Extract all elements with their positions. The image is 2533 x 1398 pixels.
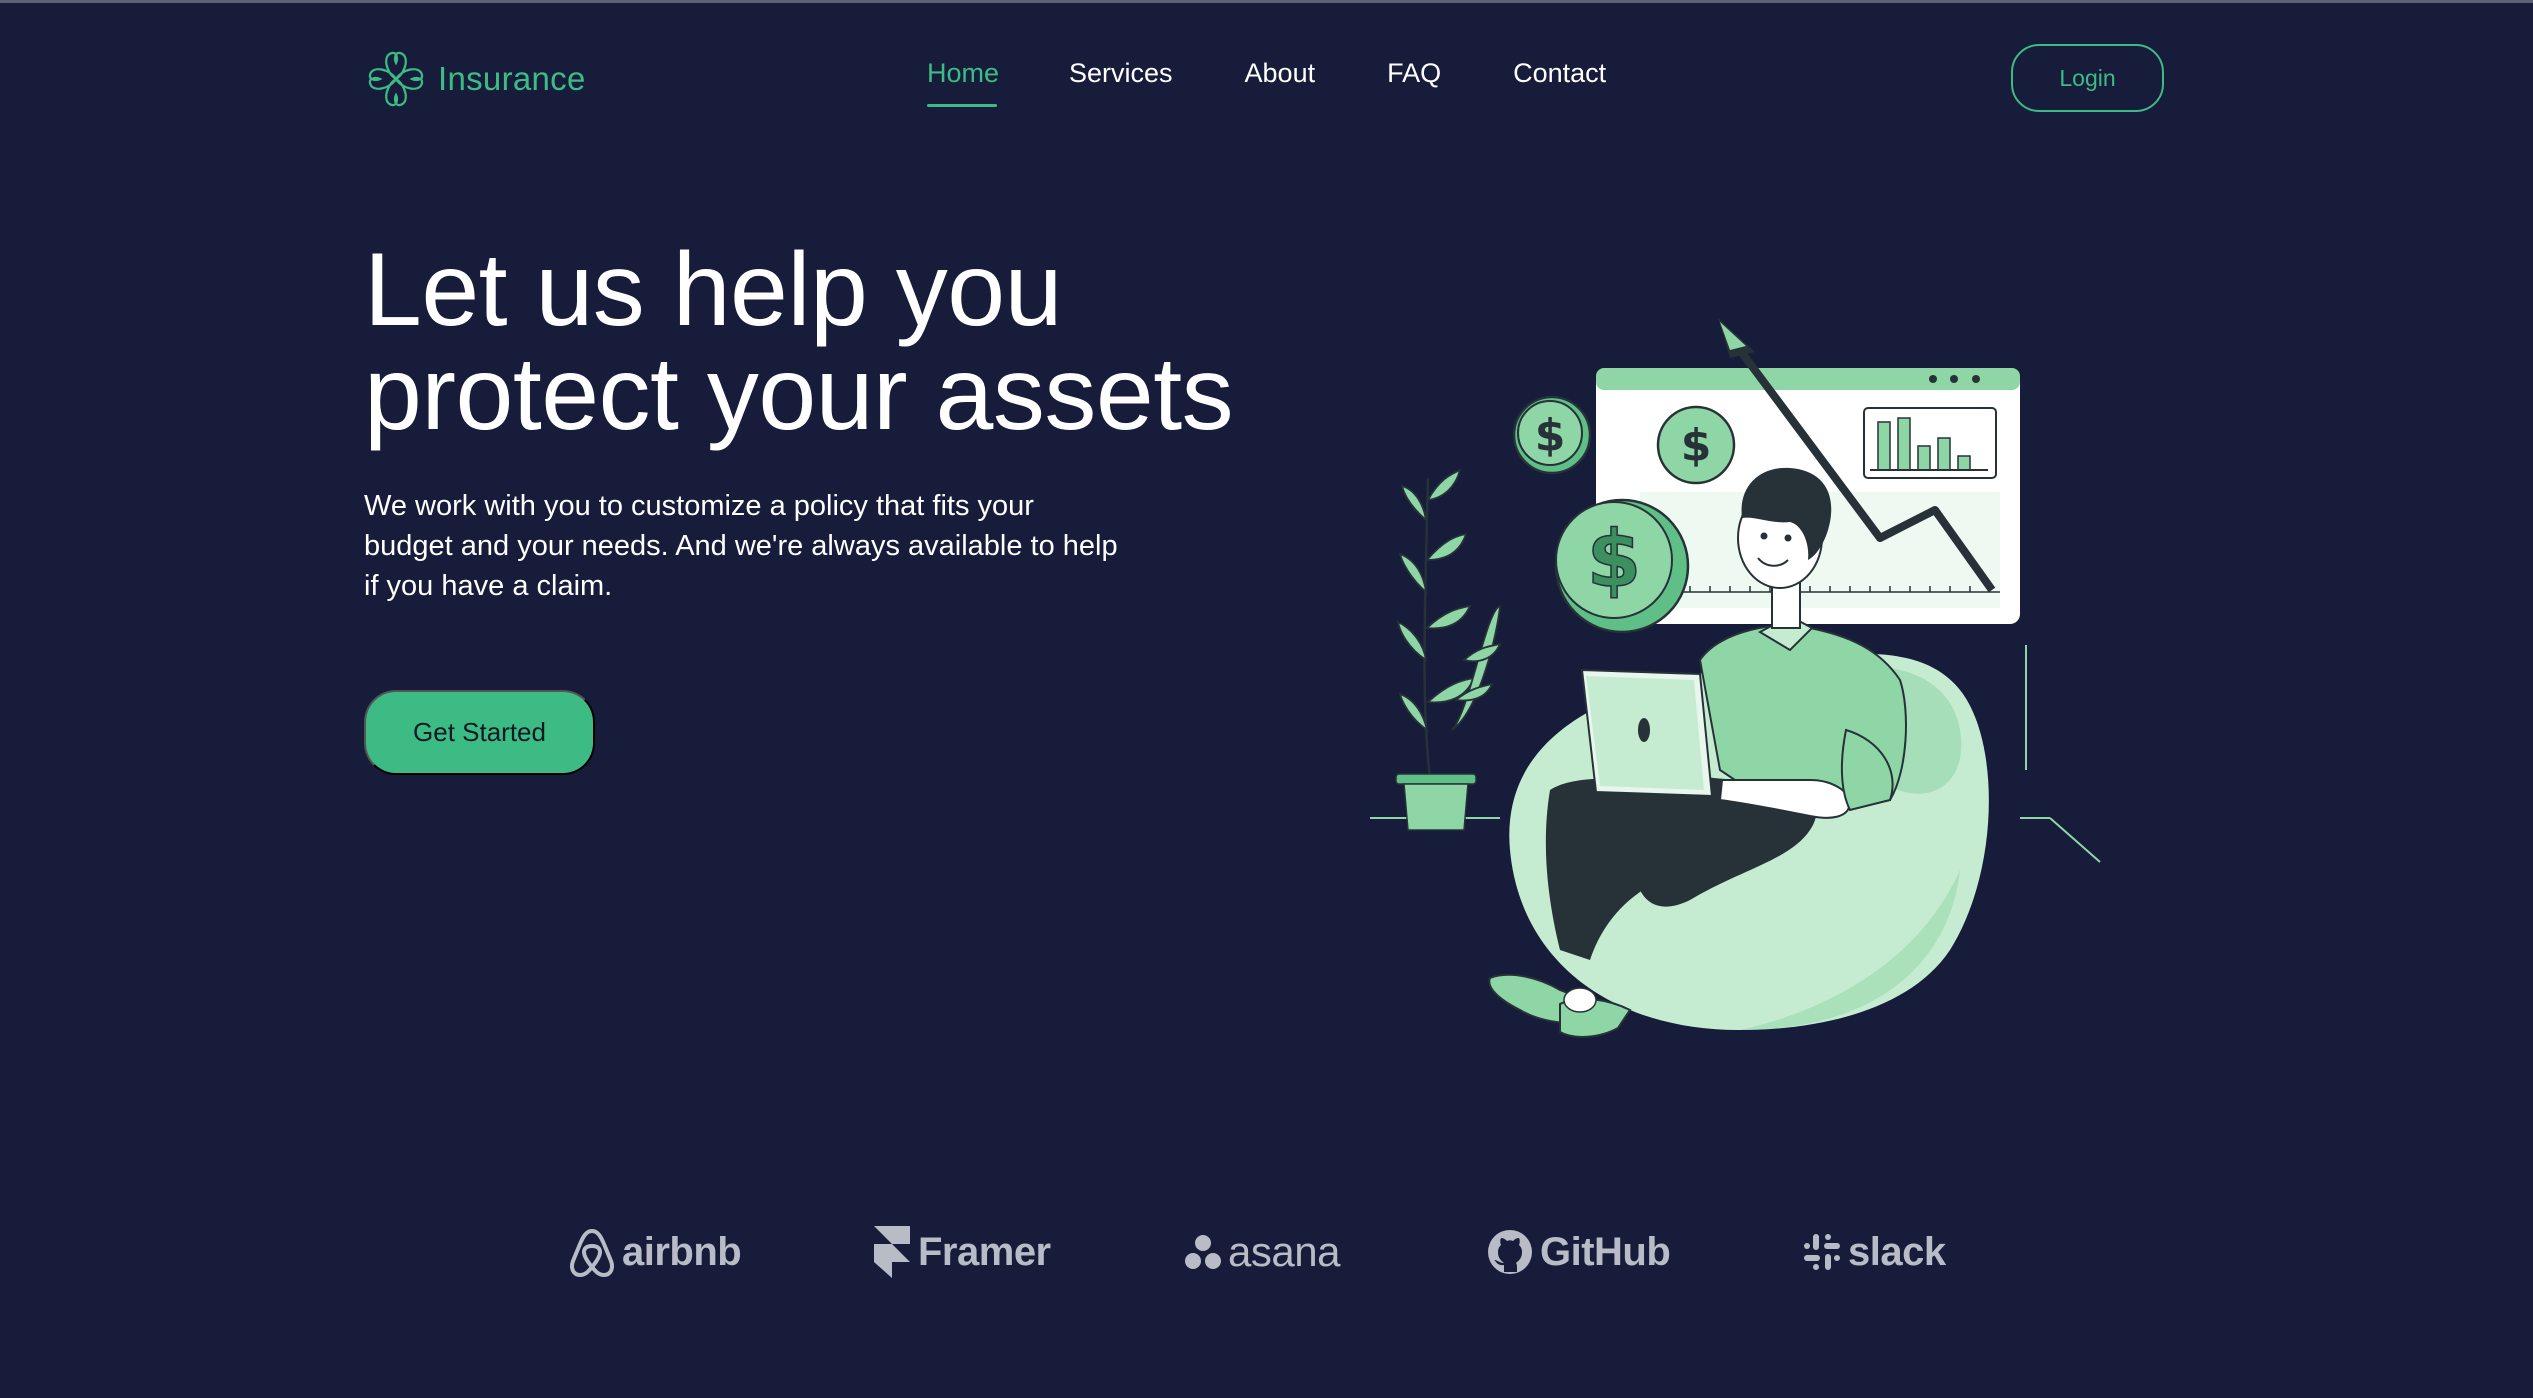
logo-airbnb: airbnb — [568, 1222, 742, 1282]
logo-slack-name: slack — [1848, 1229, 1946, 1274]
main-nav: Home Services About FAQ Contact — [927, 58, 1606, 108]
logo-framer: Framer — [872, 1222, 1051, 1282]
framer-icon — [874, 1226, 910, 1278]
logo-github-name: GitHub — [1540, 1229, 1671, 1274]
get-started-button[interactable]: Get Started — [364, 690, 595, 775]
svg-text:$: $ — [1587, 515, 1641, 605]
nav-services[interactable]: Services — [1069, 58, 1173, 108]
logo-github: GitHub — [1486, 1222, 1671, 1282]
nav-home[interactable]: Home — [927, 58, 999, 108]
airbnb-icon — [569, 1229, 615, 1277]
svg-text:$: $ — [1681, 420, 1712, 471]
hero-title-line2: protect your assets — [364, 336, 1234, 452]
logo-airbnb-name: airbnb — [622, 1229, 742, 1274]
nav-faq[interactable]: FAQ — [1387, 58, 1441, 108]
hero-title-line1: Let us help you — [364, 232, 1062, 348]
nav-about[interactable]: About — [1245, 58, 1316, 108]
top-border — [0, 0, 2533, 3]
github-icon — [1488, 1230, 1532, 1274]
login-button[interactable]: Login — [2011, 44, 2164, 112]
hero-title: Let us help you protect your assets — [364, 238, 1264, 446]
hero-illustration: $ $ $ — [1370, 318, 2101, 1038]
slack-icon — [1804, 1234, 1840, 1270]
logo-framer-name: Framer — [918, 1229, 1051, 1274]
asana-icon — [1185, 1235, 1221, 1269]
logo-asana: asana — [1184, 1222, 1340, 1282]
logo-asana-name: asana — [1228, 1228, 1340, 1275]
hero-description: We work with you to customize a policy t… — [364, 490, 1118, 602]
partner-logos: airbnb Framer asana GitHub slack — [560, 1222, 1980, 1282]
brand-name: Insurance — [438, 60, 586, 97]
nav-contact[interactable]: Contact — [1513, 58, 1606, 108]
svg-text:$: $ — [1535, 410, 1566, 461]
brand-logo[interactable]: Insurance — [364, 46, 586, 112]
logo-slack: slack — [1802, 1222, 1946, 1282]
clover-icon — [368, 51, 424, 107]
